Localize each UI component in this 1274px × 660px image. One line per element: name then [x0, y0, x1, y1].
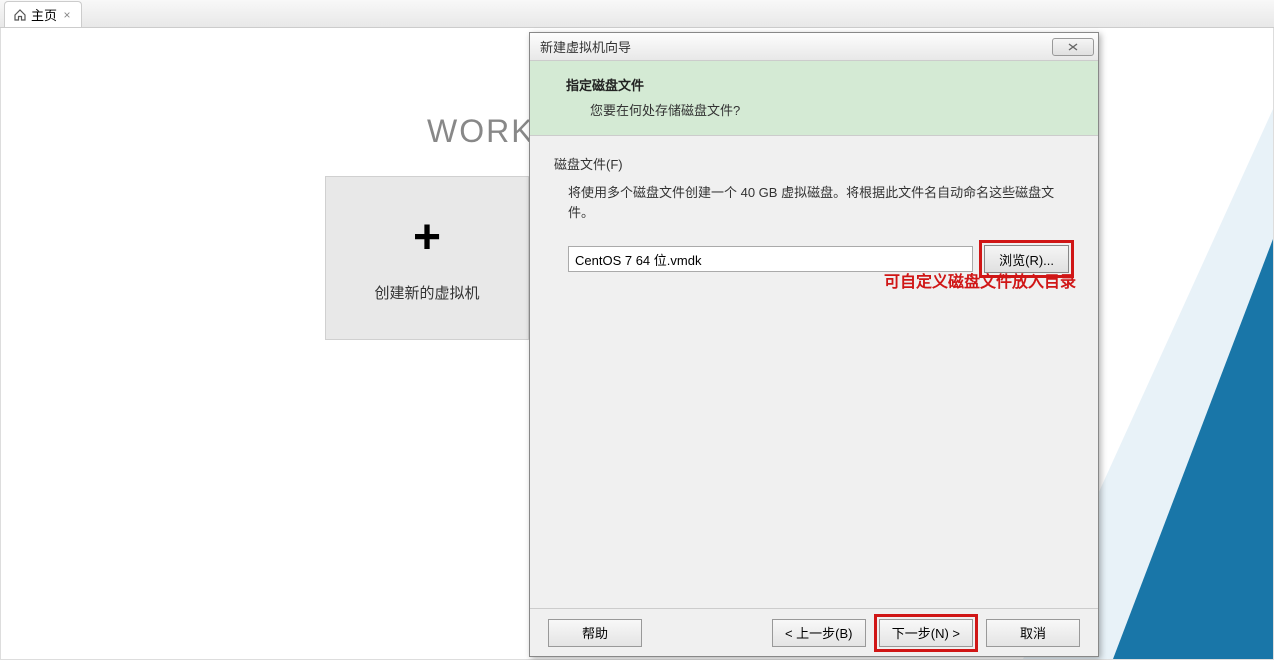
annotation-text: 可自定义磁盘文件放入目录	[884, 268, 1076, 292]
tab-home[interactable]: 主页 ×	[4, 1, 82, 27]
dialog-header-title: 指定磁盘文件	[566, 75, 1082, 94]
help-button[interactable]: 帮助	[548, 619, 642, 647]
disk-description: 将使用多个磁盘文件创建一个 40 GB 虚拟磁盘。将根据此文件名自动命名这些磁盘…	[568, 183, 1074, 222]
tab-bar: 主页 ×	[0, 0, 1274, 28]
dialog-footer: 帮助 < 上一步(B) 下一步(N) > 取消	[530, 608, 1098, 656]
highlight-annotation: 下一步(N) >	[874, 614, 978, 652]
new-vm-wizard-dialog: 新建虚拟机向导 指定磁盘文件 您要在何处存储磁盘文件? 磁盘文件(F) 将使用多…	[529, 32, 1099, 657]
cancel-button[interactable]: 取消	[986, 619, 1080, 647]
dialog-header-subtitle: 您要在何处存储磁盘文件?	[590, 100, 1082, 119]
create-vm-tile[interactable]: + 创建新的虚拟机	[325, 176, 529, 340]
dialog-header: 指定磁盘文件 您要在何处存储磁盘文件?	[530, 61, 1098, 136]
main-content: WORK + 创建新的虚拟机 新建虚拟机向导 指定磁盘文件 您要在何处存储磁盘文…	[0, 28, 1274, 660]
dialog-title: 新建虚拟机向导	[540, 37, 631, 56]
disk-file-label: 磁盘文件(F)	[554, 154, 1074, 173]
next-button[interactable]: 下一步(N) >	[879, 619, 973, 647]
plus-icon: +	[413, 214, 441, 262]
dialog-close-button[interactable]	[1052, 38, 1094, 56]
tab-label: 主页	[31, 5, 57, 24]
background-decoration	[1113, 239, 1273, 659]
dialog-titlebar[interactable]: 新建虚拟机向导	[530, 33, 1098, 61]
close-icon[interactable]: ×	[61, 9, 73, 21]
dialog-body: 磁盘文件(F) 将使用多个磁盘文件创建一个 40 GB 虚拟磁盘。将根据此文件名…	[530, 136, 1098, 608]
workstation-logo-text: WORK	[427, 113, 535, 150]
create-vm-label: 创建新的虚拟机	[374, 282, 479, 303]
back-button[interactable]: < 上一步(B)	[772, 619, 866, 647]
home-icon	[13, 8, 27, 22]
